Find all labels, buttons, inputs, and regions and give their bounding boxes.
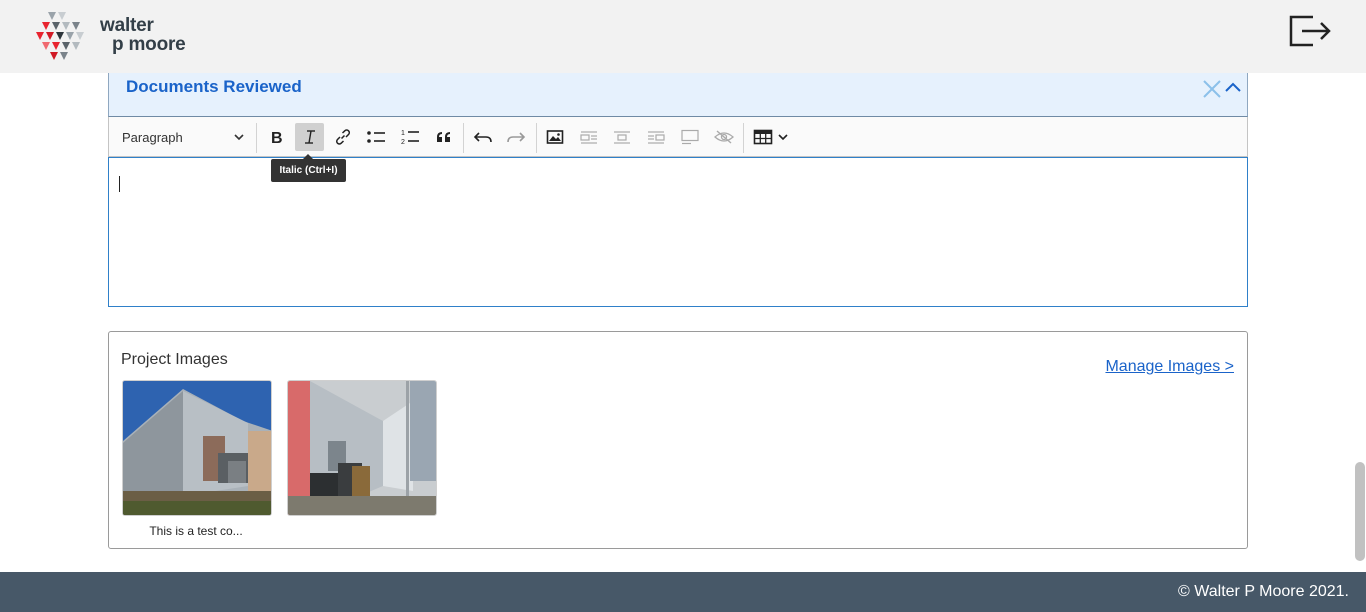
alley-photo [288, 381, 436, 515]
image-full-icon [681, 129, 699, 145]
collapse-section-button[interactable] [1224, 79, 1242, 95]
image-right-icon [648, 131, 665, 144]
image-center-icon [614, 131, 630, 144]
top-bar: walter p moore [0, 0, 1366, 73]
bold-icon: B [271, 130, 283, 145]
heading-dropdown-value: Paragraph [122, 129, 183, 145]
project-images-panel: Project Images Manage Images > This is a… [108, 331, 1248, 549]
redo-icon [507, 132, 526, 143]
project-image-thumbnail[interactable] [287, 380, 437, 516]
italic-tooltip: Italic (Ctrl+I) [271, 154, 346, 182]
bulleted-list-button[interactable] [362, 123, 390, 151]
insert-image-button[interactable] [541, 123, 569, 151]
italic-icon [304, 130, 315, 144]
page-scrollbar[interactable] [1355, 462, 1365, 561]
section-title: Documents Reviewed [126, 77, 302, 96]
toggle-caption-button[interactable] [710, 123, 738, 151]
logo-mark-icon [36, 12, 84, 60]
editor-toolbar: Paragraph B 1 2 [108, 117, 1248, 157]
image-icon [546, 130, 564, 144]
chevron-up-icon [1225, 82, 1241, 92]
logout-icon [1289, 15, 1331, 47]
block-quote-button[interactable] [430, 123, 458, 151]
toolbar-divider [536, 123, 537, 153]
image-caption: This is a test co... [149, 524, 243, 538]
bold-button[interactable]: B [262, 123, 290, 151]
undo-icon [473, 132, 492, 143]
logo-line-1: walter [100, 15, 154, 36]
project-image-thumbnail[interactable] [122, 380, 272, 516]
copyright-text: © Walter P Moore 2021. [1178, 583, 1349, 600]
italic-button[interactable] [295, 123, 324, 151]
close-section-button[interactable] [1201, 77, 1223, 99]
link-icon [336, 129, 350, 145]
numbered-list-button[interactable]: 1 2 [396, 123, 424, 151]
documents-reviewed-header: Documents Reviewed [108, 73, 1248, 117]
svg-text:2: 2 [401, 139, 405, 146]
chevron-down-icon [234, 134, 244, 141]
logo-line-2: p moore [112, 34, 186, 55]
redo-button[interactable] [502, 123, 530, 151]
undo-button[interactable] [469, 123, 497, 151]
manage-images-link[interactable]: Manage Images > [1105, 358, 1234, 376]
toolbar-divider [743, 123, 744, 153]
image-align-right-button[interactable] [642, 123, 670, 151]
text-caret [119, 176, 120, 192]
svg-text:B: B [271, 130, 283, 145]
image-full-width-button[interactable] [676, 123, 704, 151]
insert-table-button[interactable] [749, 123, 793, 151]
toolbar-divider [463, 123, 464, 153]
close-icon [1203, 80, 1221, 98]
image-align-left-button[interactable] [575, 123, 603, 151]
house-photo [123, 381, 271, 515]
logo-wordmark: walter p moore [100, 16, 186, 54]
toolbar-divider [256, 123, 257, 153]
image-align-center-button[interactable] [608, 123, 636, 151]
bulleted-list-icon [367, 131, 385, 143]
heading-dropdown[interactable]: Paragraph [115, 123, 251, 151]
image-inline-icon [580, 131, 597, 144]
footer: © Walter P Moore 2021. [0, 572, 1366, 612]
chevron-down-icon [778, 134, 788, 141]
company-logo[interactable]: walter p moore [34, 10, 204, 64]
table-icon [753, 129, 773, 145]
svg-text:1: 1 [401, 130, 405, 137]
eye-off-icon [714, 130, 734, 144]
link-button[interactable] [329, 123, 357, 151]
logout-button[interactable] [1287, 13, 1333, 49]
numbered-list-icon: 1 2 [401, 130, 419, 146]
project-images-title: Project Images [121, 351, 228, 368]
quote-icon [437, 132, 450, 142]
